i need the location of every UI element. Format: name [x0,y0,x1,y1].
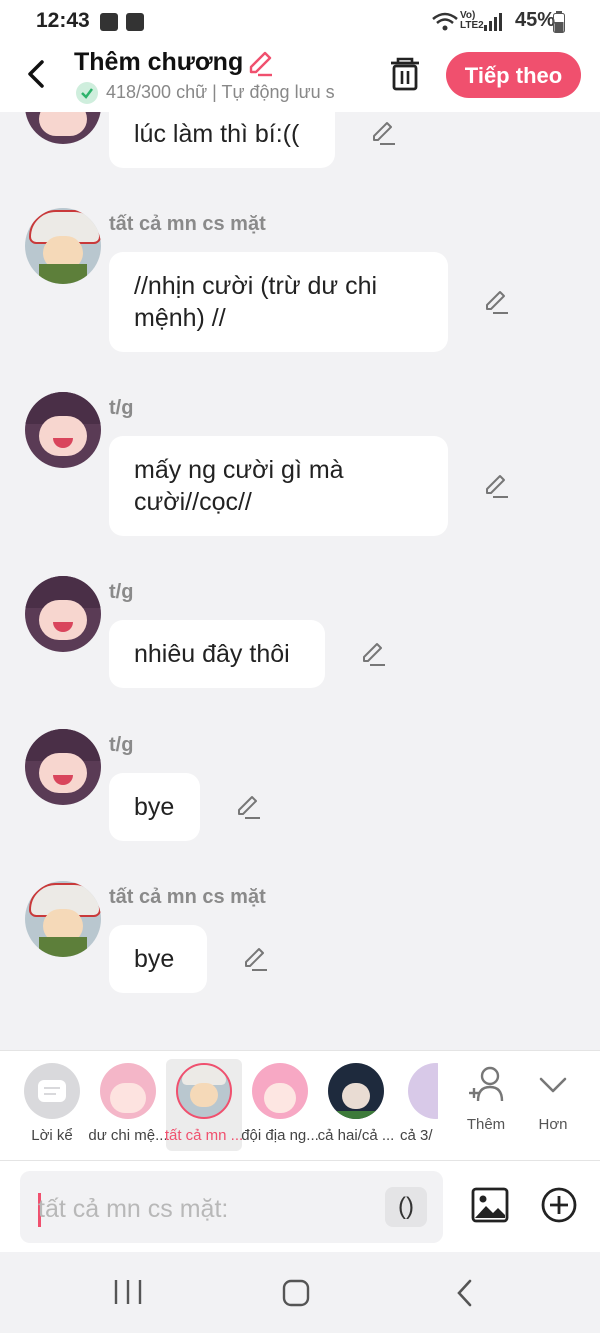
avatar-tat-ca-mn[interactable] [25,881,101,957]
character-chip[interactable]: dư chi mệ... [88,1059,168,1151]
check-notification-icon [126,13,144,31]
character-avatar [100,1063,156,1119]
next-button[interactable]: Tiếp theo [446,52,581,98]
message-list[interactable]: lúc làm thì bí:(( tất cả mn cs mặt //nhị… [0,112,600,1050]
character-chip-label: Lời kể [31,1127,73,1144]
more-label: Hơn [538,1116,568,1133]
status-time: 12:43 [36,9,90,32]
edit-message-icon[interactable] [370,119,398,147]
character-chip-narrator[interactable]: Lời kể [14,1059,90,1151]
word-count-text: 418/300 chữ | Tự động lưu s [106,82,335,102]
message-bubble[interactable]: bye [109,773,200,841]
message-bubble[interactable]: mấy ng cười gì mà cười//cọc// [109,436,448,536]
avatar-tg[interactable] [25,576,101,652]
character-selector: Lời kể dư chi mệ... tất cả mn ... đội đị… [0,1050,600,1161]
system-navigation-bar [0,1252,600,1333]
nav-back-icon[interactable] [452,1277,478,1309]
character-avatar [252,1063,308,1119]
image-icon[interactable] [470,1185,510,1225]
avatar-tg[interactable] [25,729,101,805]
edit-message-icon[interactable] [360,640,388,668]
message-bubble[interactable]: bye [109,925,207,993]
message-text: bye [134,793,175,821]
chevron-down-icon [539,1077,567,1093]
battery-percent: 45% [514,9,555,31]
message-bubble[interactable]: nhiêu đây thôi [109,620,325,688]
signal-icon [484,13,502,31]
character-chip-label: tất cả mn ... [164,1127,244,1144]
add-character-button[interactable]: Thêm [460,1065,512,1145]
app-header: Thêm chương 418/300 chữ | Tự động lưu s … [0,44,600,112]
more-characters-button[interactable]: Hơn [530,1065,576,1145]
home-icon[interactable] [281,1278,311,1308]
character-chip[interactable]: cả 3/ [394,1059,438,1151]
character-chip[interactable]: cả hai/cả ... [318,1059,394,1151]
character-avatar [328,1063,384,1119]
message-text: bye [134,945,175,973]
recent-apps-icon[interactable] [112,1278,144,1306]
narrator-icon [24,1063,80,1119]
character-avatar [176,1063,232,1119]
avatar-tat-ca-mn[interactable] [25,208,101,284]
page-title: Thêm chương [74,48,244,76]
character-avatar [408,1063,438,1119]
message-text: mấy ng cười gì mà cười//cọc// [134,456,344,516]
character-chip-label: cả hai/cả ... [317,1127,395,1144]
wifi-icon [432,12,458,31]
character-name: t/g [109,397,134,419]
battery-icon [553,11,565,33]
character-name: t/g [109,581,134,603]
edit-message-icon[interactable] [235,793,263,821]
character-chip-label: đội địa ng... [241,1127,319,1144]
back-arrow-icon[interactable] [22,56,52,92]
input-bar: tất cả mn cs mặt: () [0,1160,600,1253]
character-chip-label: dư chi mệ... [88,1127,168,1144]
edit-message-icon[interactable] [483,472,511,500]
character-name: tất cả mn cs mặt [109,886,266,908]
edit-message-icon[interactable] [242,945,270,973]
parenthesis-button[interactable]: () [385,1187,427,1227]
character-name: tất cả mn cs mặt [109,213,266,235]
add-circle-icon[interactable] [540,1186,578,1224]
gallery-notification-icon [100,13,118,31]
message-text: nhiêu đây thôi [134,640,290,668]
add-person-icon [469,1066,504,1102]
edit-message-icon[interactable] [483,288,511,316]
character-chip[interactable]: đội địa ng... [241,1059,319,1151]
message-input-placeholder: tất cả mn cs mặt: [38,1195,229,1223]
message-bubble[interactable]: //nhịn cười (trừ dư chi mệnh) // [109,252,448,352]
message-text: //nhịn cười (trừ dư chi mệnh) // [134,272,378,332]
network-type-label: Vo) LTE2 [460,10,484,31]
message-bubble[interactable]: lúc làm thì bí:(( [109,112,335,168]
character-chip-label: cả 3/ [400,1127,433,1144]
status-bar: 12:43 Vo) LTE2 45% [0,0,600,44]
add-character-label: Thêm [466,1116,506,1133]
saved-check-icon [76,82,98,105]
edit-title-icon[interactable] [246,50,274,78]
message-input[interactable]: tất cả mn cs mặt: () [20,1171,443,1243]
character-chip-selected[interactable]: tất cả mn ... [164,1059,244,1151]
avatar-tg[interactable] [25,392,101,468]
message-text: lúc làm thì bí:(( [134,120,300,148]
word-count-status: 418/300 chữ | Tự động lưu s [76,82,366,106]
avatar-tg[interactable] [25,112,101,144]
trash-icon[interactable] [388,56,422,92]
character-name: t/g [109,734,134,756]
